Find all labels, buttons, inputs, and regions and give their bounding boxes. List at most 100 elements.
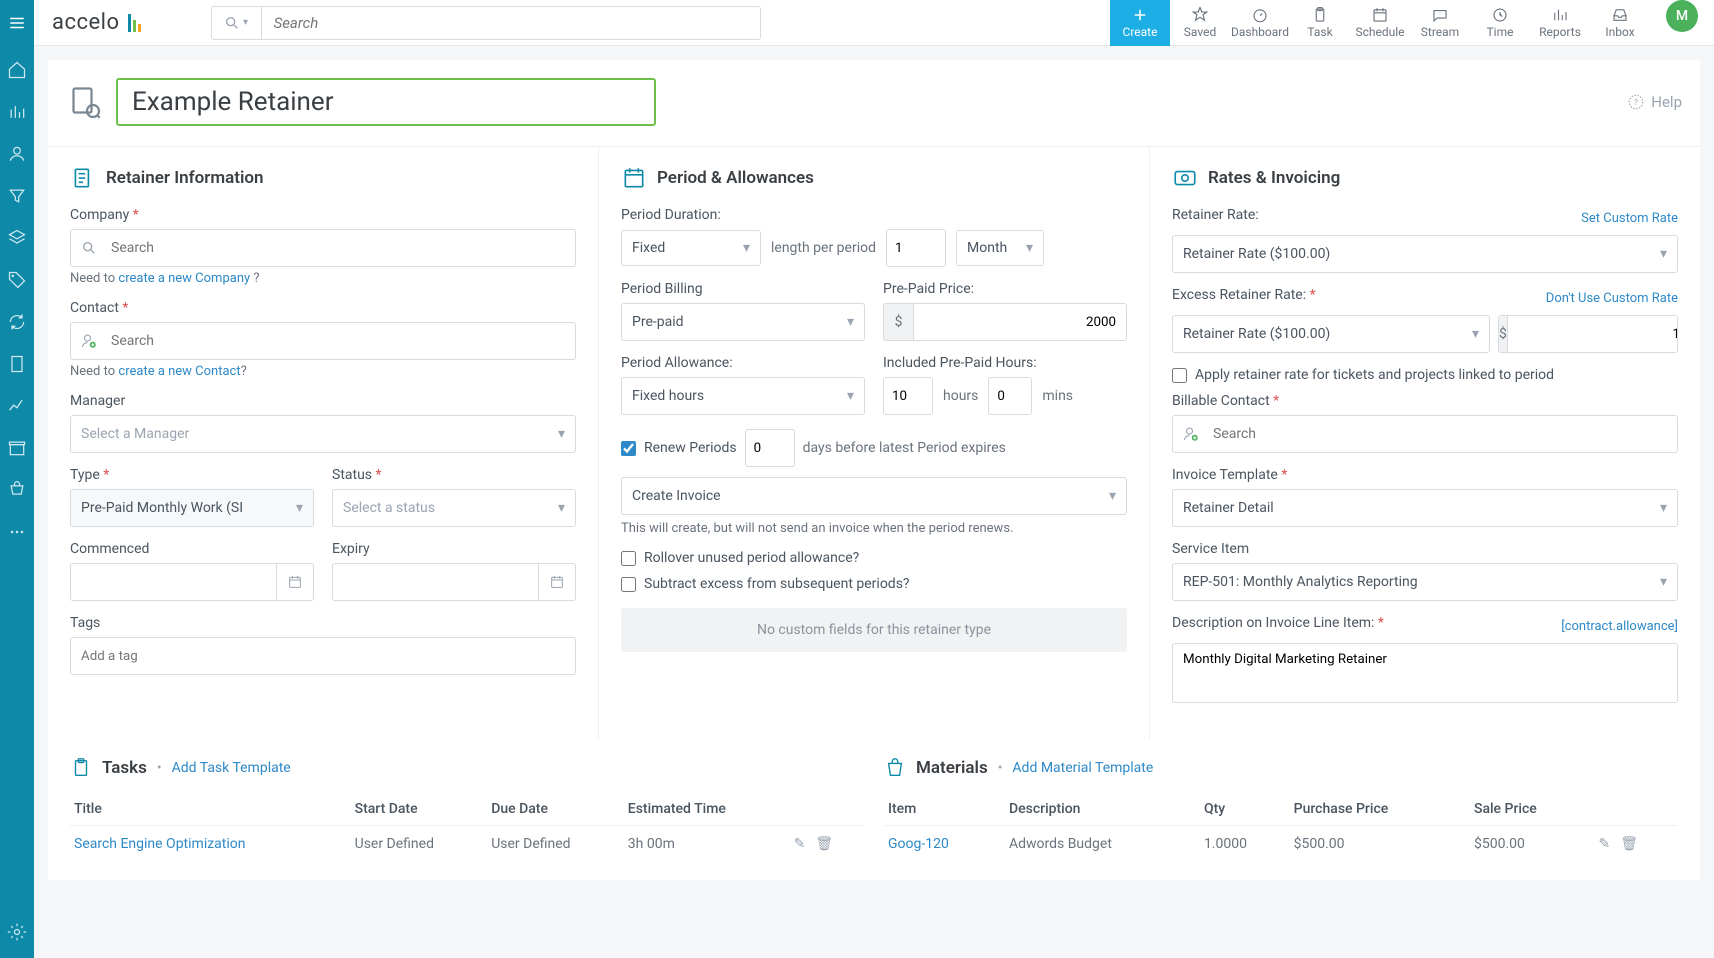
inbox-button[interactable]: Inbox (1590, 0, 1650, 46)
top-search-input[interactable] (262, 14, 760, 32)
tags-input[interactable] (70, 637, 576, 675)
desc-textarea[interactable] (1172, 643, 1678, 703)
add-material-template[interactable]: Add Material Template (1012, 760, 1153, 776)
material-desc: Adwords Budget (1005, 826, 1200, 863)
calendar-icon[interactable] (276, 563, 314, 601)
create-contact-link[interactable]: create a new Contact (118, 364, 240, 379)
dont-use-link[interactable]: Don't Use Custom Rate (1546, 291, 1678, 306)
task-due: User Defined (487, 826, 624, 863)
help-link[interactable]: ? Help (1627, 93, 1682, 111)
company-search[interactable] (70, 229, 576, 267)
material-qty: 1.0000 (1200, 826, 1290, 863)
chevron-down-icon: ▾ (743, 240, 750, 256)
renew-checkbox[interactable] (621, 441, 636, 456)
task-button[interactable]: Task (1290, 0, 1350, 46)
search-icon[interactable]: ▾ (212, 7, 262, 39)
materials-table: Item Description Qty Purchase Price Sale… (884, 793, 1678, 862)
retainer-title-input[interactable] (116, 78, 656, 126)
contact-input[interactable] (107, 333, 575, 349)
billing-select[interactable]: Pre-paid▾ (621, 303, 865, 341)
excess-rate-select[interactable]: Retainer Rate ($100.00)▾ (1172, 315, 1490, 353)
edit-icon[interactable]: ✎ (794, 836, 806, 852)
nav-icons: Create Saved Dashboard Task Schedule Str… (1110, 0, 1714, 46)
company-input[interactable] (107, 240, 575, 256)
service-select[interactable]: REP-501: Monthly Analytics Reporting▾ (1172, 563, 1678, 601)
prepaid-input[interactable] (914, 304, 1126, 340)
desc-token[interactable]: [contract.allowance] (1561, 619, 1678, 634)
saved-button[interactable]: Saved (1170, 0, 1230, 46)
type-select[interactable]: Pre-Paid Monthly Work (SI▾ (70, 489, 314, 527)
time-button[interactable]: Time (1470, 0, 1530, 46)
billable-search[interactable] (1172, 415, 1678, 453)
titlebar: ? Help (48, 78, 1700, 147)
edit-icon[interactable]: ✎ (1598, 836, 1610, 852)
rates-title: Rates & Invoicing (1208, 168, 1340, 188)
length-input[interactable] (886, 229, 946, 267)
add-task-template[interactable]: Add Task Template (172, 760, 291, 776)
schedule-button[interactable]: Schedule (1350, 0, 1410, 46)
chevron-down-icon: ▾ (558, 426, 565, 442)
stream-label: Stream (1421, 25, 1459, 39)
top-search[interactable]: ▾ (211, 6, 761, 40)
unit-select[interactable]: Month▾ (956, 230, 1044, 266)
create-button[interactable]: Create (1110, 0, 1170, 46)
reports-button[interactable]: Reports (1530, 0, 1590, 46)
commenced-input[interactable] (70, 563, 276, 601)
calendar-icon[interactable] (538, 563, 576, 601)
sidebar-trend-icon[interactable] (7, 396, 27, 416)
period-title: Period & Allowances (657, 168, 814, 188)
apply-rate-checkbox[interactable] (1172, 368, 1187, 383)
material-link[interactable]: Goog-120 (888, 836, 949, 852)
sidebar-cart-icon[interactable] (7, 480, 27, 500)
task-link[interactable]: Search Engine Optimization (74, 836, 245, 852)
chevron-down-icon: ▾ (1472, 326, 1479, 342)
subtract-checkbox[interactable] (621, 577, 636, 592)
mins-input[interactable] (988, 377, 1032, 415)
task-start: User Defined (351, 826, 488, 863)
create-company-link[interactable]: create a new Company (118, 271, 250, 286)
billable-input[interactable] (1209, 426, 1677, 442)
renew-input[interactable] (745, 429, 795, 467)
sidebar-settings-icon[interactable] (7, 922, 27, 942)
hours-input[interactable] (883, 377, 933, 415)
company-label: Company * (70, 207, 576, 223)
sidebar-more-icon[interactable] (7, 522, 27, 542)
included-label: Included Pre-Paid Hours: (883, 355, 1127, 371)
set-custom-link[interactable]: Set Custom Rate (1581, 211, 1678, 226)
col-purchase: Purchase Price (1290, 793, 1470, 826)
hamburger-menu[interactable] (0, 0, 34, 46)
retainer-rate-select[interactable]: Retainer Rate ($100.00)▾ (1172, 235, 1678, 273)
excess-currency[interactable]: $ (1498, 315, 1678, 353)
bag-icon (884, 757, 906, 779)
excess-amount-input[interactable] (1508, 316, 1678, 352)
sidebar-layers-icon[interactable] (7, 228, 27, 248)
sidebar-archive-icon[interactable] (7, 438, 27, 458)
sidebar-chart-icon[interactable] (7, 102, 27, 122)
sidebar-home-icon[interactable] (7, 60, 27, 80)
prepaid-currency[interactable]: $ (883, 303, 1127, 341)
manager-select[interactable]: Select a Manager▾ (70, 415, 576, 453)
contact-search[interactable] (70, 322, 576, 360)
avatar[interactable]: M (1666, 0, 1698, 32)
chevron-down-icon: ▾ (847, 314, 854, 330)
duration-select[interactable]: Fixed▾ (621, 230, 761, 266)
dashboard-button[interactable]: Dashboard (1230, 0, 1290, 46)
sidebar-filter-icon[interactable] (7, 186, 27, 206)
inbox-label: Inbox (1605, 25, 1634, 39)
trash-icon[interactable]: 🗑 (1620, 836, 1638, 852)
rollover-checkbox[interactable] (621, 551, 636, 566)
sidebar-doc-icon[interactable] (7, 354, 27, 374)
dashboard-label: Dashboard (1231, 25, 1289, 39)
trash-icon[interactable]: 🗑 (815, 836, 833, 852)
status-select[interactable]: Select a status▾ (332, 489, 576, 527)
template-select[interactable]: Retainer Detail▾ (1172, 489, 1678, 527)
period-column: Period & Allowances Period Duration: Fix… (599, 147, 1150, 739)
create-invoice-select[interactable]: Create Invoice▾ (621, 477, 1127, 515)
stream-button[interactable]: Stream (1410, 0, 1470, 46)
sidebar-refresh-icon[interactable] (7, 312, 27, 332)
expiry-input[interactable] (332, 563, 538, 601)
sidebar-tag-icon[interactable] (7, 270, 27, 290)
sidebar-user-icon[interactable] (7, 144, 27, 164)
logo: accelo (52, 10, 141, 35)
allowance-select[interactable]: Fixed hours▾ (621, 377, 865, 415)
